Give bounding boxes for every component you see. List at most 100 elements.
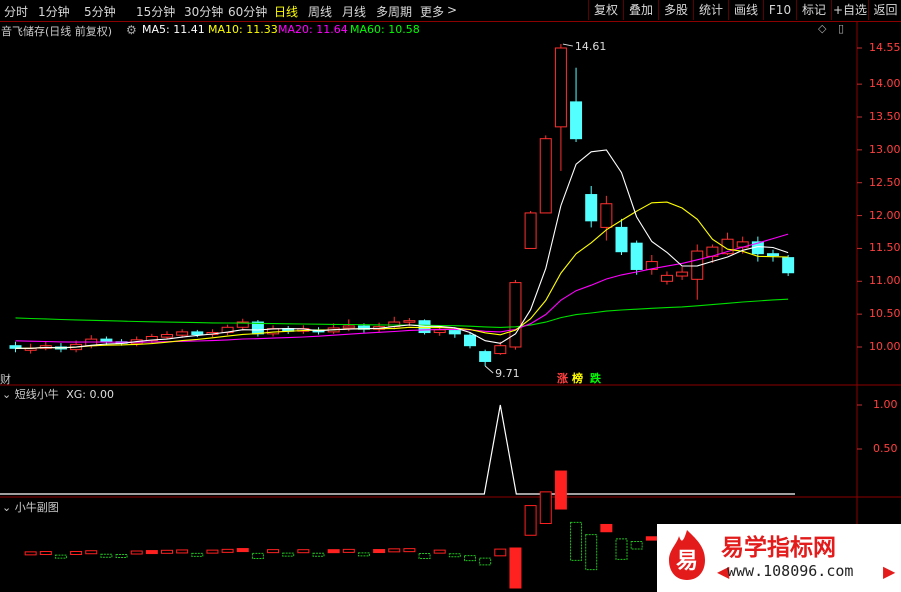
sub-bar [24,551,37,556]
candle-body [191,331,204,336]
sub-bar [600,523,613,533]
indicator2-name[interactable]: 小牛副图 [15,501,59,514]
indicator1-xg: XG: 0.00 [66,388,114,401]
sub-bar [433,549,446,554]
candle-body [524,212,537,249]
candle-body [494,345,507,355]
sub-bar [448,553,461,558]
candle-body [161,334,173,338]
badge-bang[interactable]: 榜 [572,370,583,386]
indicator1-name[interactable]: 短线小牛 [15,388,59,401]
sub-bar [524,505,537,536]
sub-bar [39,551,52,556]
sub-bar [615,538,628,560]
candle-body [509,282,522,348]
sub-bar [509,547,522,589]
chevron-down-icon[interactable]: ⌄ [2,501,11,514]
flame-logo-icon: 易 [669,530,705,580]
sub-bar [191,552,204,557]
y-tick-label: 10.00 [869,340,901,353]
sub-bar [388,548,401,553]
candle-body [403,320,416,323]
candle-body [464,334,476,347]
sub-bar [570,521,583,561]
sub-bar [373,549,386,554]
logo-char: 易 [676,549,698,574]
chevron-down-icon[interactable]: ⌄ [2,388,11,401]
indicator1-title: ⌄ 短线小牛 XG: 0.00 [2,386,114,402]
candle-body [433,329,446,334]
candle-body [585,194,598,222]
sub-bar [85,550,98,555]
sub-bar [342,548,355,553]
low-price-label: 9.71 [495,367,520,380]
candle-body [676,271,689,277]
bracket-right-icon: ▶ [883,562,896,581]
candle-body [100,338,113,343]
sub-bar [357,552,370,557]
sub-bar [312,552,325,557]
candle-body [630,242,643,270]
high-price-label: 14.61 [575,40,607,53]
y-tick-label: 13.50 [869,110,901,123]
ind1-ytick: 1.00 [873,398,898,411]
sub-bar [282,552,295,557]
candle-body [615,226,628,253]
left-tag: 财 [0,373,11,386]
sub-bar [176,549,189,554]
candle-body [176,331,189,336]
ma60-line [15,298,789,328]
chart-canvas[interactable]: 14.61 9.71 [0,0,901,592]
candle-body [479,351,492,362]
y-tick-label: 14.55 [869,41,901,54]
sub-bar [645,536,658,541]
sub-bar [206,549,219,554]
sub-bar [100,553,113,558]
high-arrow [562,43,573,47]
candle-body [660,274,673,282]
sub-bar [464,555,476,562]
sub-bar [267,549,280,554]
y-tick-label: 11.00 [869,274,901,288]
ma5-line [15,149,789,349]
candle-body [600,203,613,228]
sub-bar [161,549,173,554]
y-tick-label: 11.50 [869,241,901,255]
ind1-ytick: 0.50 [873,442,898,455]
sub-bar [130,550,143,555]
candle-body [448,330,461,335]
sub-bar [585,534,598,571]
y-tick-label: 14.00 [869,77,901,91]
sub-bar [236,548,249,553]
y-tick-label: 12.50 [869,175,901,189]
candle-body [342,325,355,329]
low-arrow [484,365,494,374]
badge-die[interactable]: 跌 [590,370,601,386]
badge-zhang[interactable]: 涨 [557,370,568,386]
sub-bar [145,550,158,555]
watermark-url: www.108096.com [727,562,854,580]
candle-body [539,138,552,214]
y-tick-label: 13.00 [869,142,901,156]
candle-body [767,253,779,257]
sub-bar [479,557,492,566]
sub-bar [554,470,567,510]
sub-bar [327,549,340,554]
sub-bar [70,550,83,555]
sub-bar [297,549,310,554]
sub-bar [54,554,67,559]
sub-bar [115,553,128,558]
watermark: 易 易学指标网 ◀ www.108096.com ▶ [657,524,901,592]
sub-bar [539,491,552,525]
candle-body [554,47,567,128]
sub-bar [251,552,264,559]
sub-bar [403,548,416,553]
watermark-title: 易学指标网 [721,535,836,561]
sub-bar [494,548,507,557]
y-tick-label: 12.00 [869,208,901,222]
sub-bar [221,548,234,553]
candle-body [782,257,795,274]
y-tick-label: 10.50 [869,307,901,321]
sub-bar [630,540,643,550]
sub-bar [418,552,431,560]
